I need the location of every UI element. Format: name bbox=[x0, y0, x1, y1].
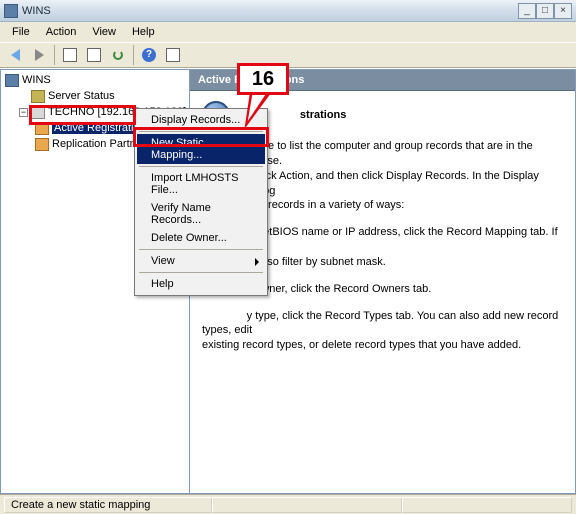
menu-help[interactable]: Help bbox=[124, 24, 163, 40]
titlebar: WINS _ □ × bbox=[0, 0, 576, 22]
extra-icon bbox=[166, 48, 180, 62]
callout-step-number: 16 bbox=[237, 63, 289, 95]
highlight-active-registrations bbox=[29, 105, 136, 125]
menu-action[interactable]: Action bbox=[38, 24, 85, 40]
maximize-button[interactable]: □ bbox=[536, 3, 554, 19]
ctx-import-lmhosts[interactable]: Import LMHOSTS File... bbox=[137, 169, 265, 199]
status-text: Create a new static mapping bbox=[4, 497, 212, 513]
refresh-button[interactable] bbox=[107, 44, 129, 66]
ctx-verify-name[interactable]: Verify Name Records... bbox=[137, 199, 265, 229]
help-button[interactable]: ? bbox=[138, 44, 160, 66]
tree-server-status-label: Server Status bbox=[48, 90, 115, 102]
forward-button[interactable] bbox=[28, 44, 50, 66]
back-button[interactable] bbox=[4, 44, 26, 66]
arrow-right-icon bbox=[35, 49, 44, 61]
ctx-separator bbox=[139, 249, 263, 250]
menu-view[interactable]: View bbox=[84, 24, 124, 40]
props-icon bbox=[87, 48, 101, 62]
tree-root-row[interactable]: WINS bbox=[3, 72, 189, 88]
toolbar-separator bbox=[54, 45, 55, 65]
window-title: WINS bbox=[22, 5, 518, 17]
menubar: File Action View Help bbox=[0, 22, 576, 42]
status-icon bbox=[31, 90, 45, 103]
status-cell bbox=[212, 497, 402, 513]
ctx-delete-owner[interactable]: Delete Owner... bbox=[137, 229, 265, 247]
db-icon bbox=[35, 138, 49, 151]
tree-root-label: WINS bbox=[22, 74, 51, 86]
status-cell bbox=[402, 497, 572, 513]
statusbar: Create a new static mapping bbox=[0, 494, 576, 514]
highlight-new-static-mapping bbox=[133, 127, 269, 147]
app-icon bbox=[4, 4, 18, 18]
toolbar-btn-1[interactable] bbox=[59, 44, 81, 66]
window-buttons: _ □ × bbox=[518, 3, 572, 19]
ctx-view[interactable]: View bbox=[137, 252, 265, 270]
main-area: WINS Server Status − TECHNO [192.168.158… bbox=[0, 68, 576, 494]
minimize-button[interactable]: _ bbox=[518, 3, 536, 19]
tree-server-status-row[interactable]: Server Status bbox=[3, 88, 189, 104]
toolbar-btn-2[interactable] bbox=[83, 44, 105, 66]
content-paragraph-4: To filter by type, click the Record Type… bbox=[202, 309, 563, 354]
ctx-separator bbox=[139, 166, 263, 167]
ctx-separator bbox=[139, 272, 263, 273]
wins-icon bbox=[5, 74, 19, 87]
collapse-icon[interactable]: − bbox=[19, 108, 28, 117]
help-icon: ? bbox=[142, 48, 156, 62]
arrow-left-icon bbox=[11, 49, 20, 61]
list-icon bbox=[63, 48, 77, 62]
toolbar-btn-3[interactable] bbox=[162, 44, 184, 66]
ctx-help[interactable]: Help bbox=[137, 275, 265, 293]
menu-file[interactable]: File bbox=[4, 24, 38, 40]
close-button[interactable]: × bbox=[554, 3, 572, 19]
refresh-icon bbox=[111, 48, 125, 62]
toolbar-separator bbox=[133, 45, 134, 65]
